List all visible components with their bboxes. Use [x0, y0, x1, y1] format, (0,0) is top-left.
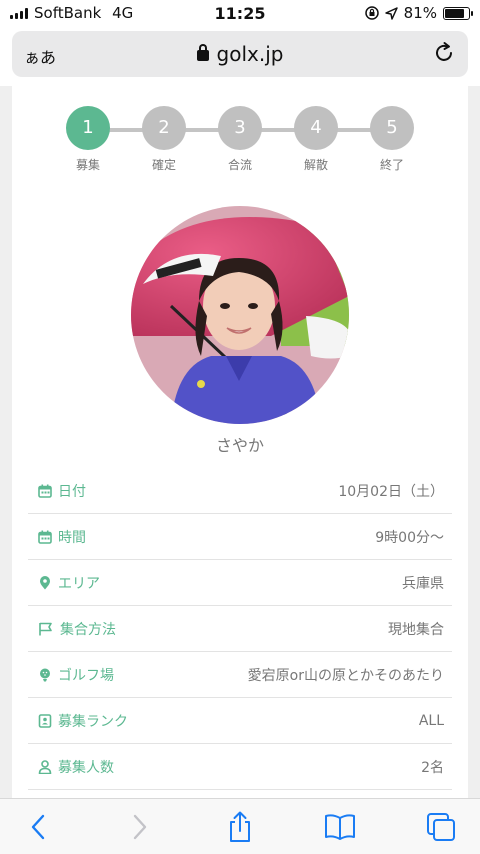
step-1: 1 募集 [63, 106, 113, 173]
detail-label: 日付 [38, 481, 86, 501]
recruitment-details: 日付 10月02日（土） 時間 9時00分〜 エリア 兵庫県 集合方法 現地集合… [28, 468, 452, 790]
detail-label: 集合方法 [38, 619, 116, 639]
lock-icon [196, 44, 209, 61]
detail-row-golf-course: ゴルフ場 愛宕原or山の原とかそのあたり [28, 652, 452, 698]
step-label: 終了 [379, 158, 404, 172]
calendar-icon [38, 484, 52, 498]
detail-row-time: 時間 9時00分〜 [28, 514, 452, 560]
id-card-icon [38, 713, 52, 728]
status-right: 81% [364, 4, 473, 22]
step-circle: 5 [370, 106, 414, 150]
browser-top-bar: ぁあ golx.jp [0, 28, 480, 86]
detail-value: 兵庫県 [402, 575, 444, 592]
profile-avatar[interactable] [131, 206, 349, 424]
detail-key: 募集ランク [58, 713, 128, 730]
page-content: 1 募集 2 確定 3 合流 4 解散 5 終了 さやか 日付 10月02日（土… [12, 86, 468, 798]
step-circle: 2 [142, 106, 186, 150]
bookmarks-button[interactable] [324, 811, 356, 843]
detail-value: 2名 [421, 759, 444, 776]
detail-key: エリア [58, 575, 100, 592]
chevron-left-icon [31, 814, 45, 840]
forward-button[interactable] [124, 811, 156, 843]
detail-key: 集合方法 [60, 621, 116, 638]
detail-value: 10月02日（土） [338, 483, 444, 500]
step-circle: 4 [294, 106, 338, 150]
tabs-button[interactable] [425, 811, 457, 843]
detail-value: 現地集合 [388, 621, 444, 638]
detail-row-area: エリア 兵庫県 [28, 560, 452, 606]
share-button[interactable] [224, 811, 256, 843]
detail-value: ALL [418, 712, 444, 729]
orientation-lock-icon [364, 6, 379, 20]
detail-label: ゴルフ場 [38, 665, 114, 685]
battery-level [445, 8, 464, 18]
step-3: 3 合流 [215, 106, 265, 173]
step-label: 解散 [303, 158, 328, 172]
user-nickname: さやか [215, 436, 264, 455]
address-bar[interactable]: ぁあ golx.jp [12, 31, 468, 77]
avatar-photo [131, 206, 349, 424]
browser-toolbar [0, 798, 480, 854]
step-label: 確定 [151, 158, 176, 172]
domain-text: golx.jp [216, 42, 284, 66]
calendar-icon [38, 530, 52, 544]
tabs-icon [427, 813, 455, 841]
detail-key: 日付 [58, 483, 86, 500]
battery-percent: 81% [403, 4, 437, 22]
detail-value: 9時00分〜 [375, 529, 444, 546]
location-pin-icon [40, 575, 50, 589]
share-icon [230, 811, 250, 842]
detail-row-rank: 募集ランク ALL [28, 698, 452, 744]
detail-key: ゴルフ場 [58, 667, 114, 684]
detail-label: 募集ランク [38, 711, 128, 731]
detail-row-headcount: 募集人数 2名 [28, 744, 452, 790]
detail-label: 募集人数 [38, 757, 114, 777]
url-display[interactable]: golx.jp [12, 42, 468, 66]
chevron-right-icon [133, 814, 147, 840]
back-button[interactable] [22, 811, 54, 843]
step-4: 4 解散 [291, 106, 341, 173]
status-bar: SoftBank 4G 11:25 81% [0, 0, 480, 28]
detail-row-date: 日付 10月02日（土） [28, 468, 452, 514]
step-5: 5 終了 [367, 106, 417, 173]
detail-key: 募集人数 [58, 759, 114, 776]
location-arrow-icon [384, 6, 398, 20]
progress-stepper: 1 募集 2 確定 3 合流 4 解散 5 終了 [12, 106, 468, 176]
reload-icon[interactable] [430, 39, 458, 67]
detail-label: 時間 [38, 527, 86, 547]
step-label: 合流 [227, 158, 252, 172]
golf-ball-icon [40, 668, 50, 681]
detail-label: エリア [38, 573, 100, 593]
detail-row-meeting-method: 集合方法 現地集合 [28, 606, 452, 652]
step-circle: 1 [66, 106, 110, 150]
book-icon [325, 814, 355, 840]
person-icon [38, 759, 52, 774]
step-circle: 3 [218, 106, 262, 150]
detail-key: 時間 [58, 529, 86, 546]
step-label: 募集 [75, 158, 100, 172]
step-2: 2 確定 [139, 106, 189, 173]
detail-value: 愛宕原or山の原とかそのあたり [247, 667, 444, 684]
battery-icon [443, 6, 473, 20]
flag-icon [39, 622, 52, 635]
